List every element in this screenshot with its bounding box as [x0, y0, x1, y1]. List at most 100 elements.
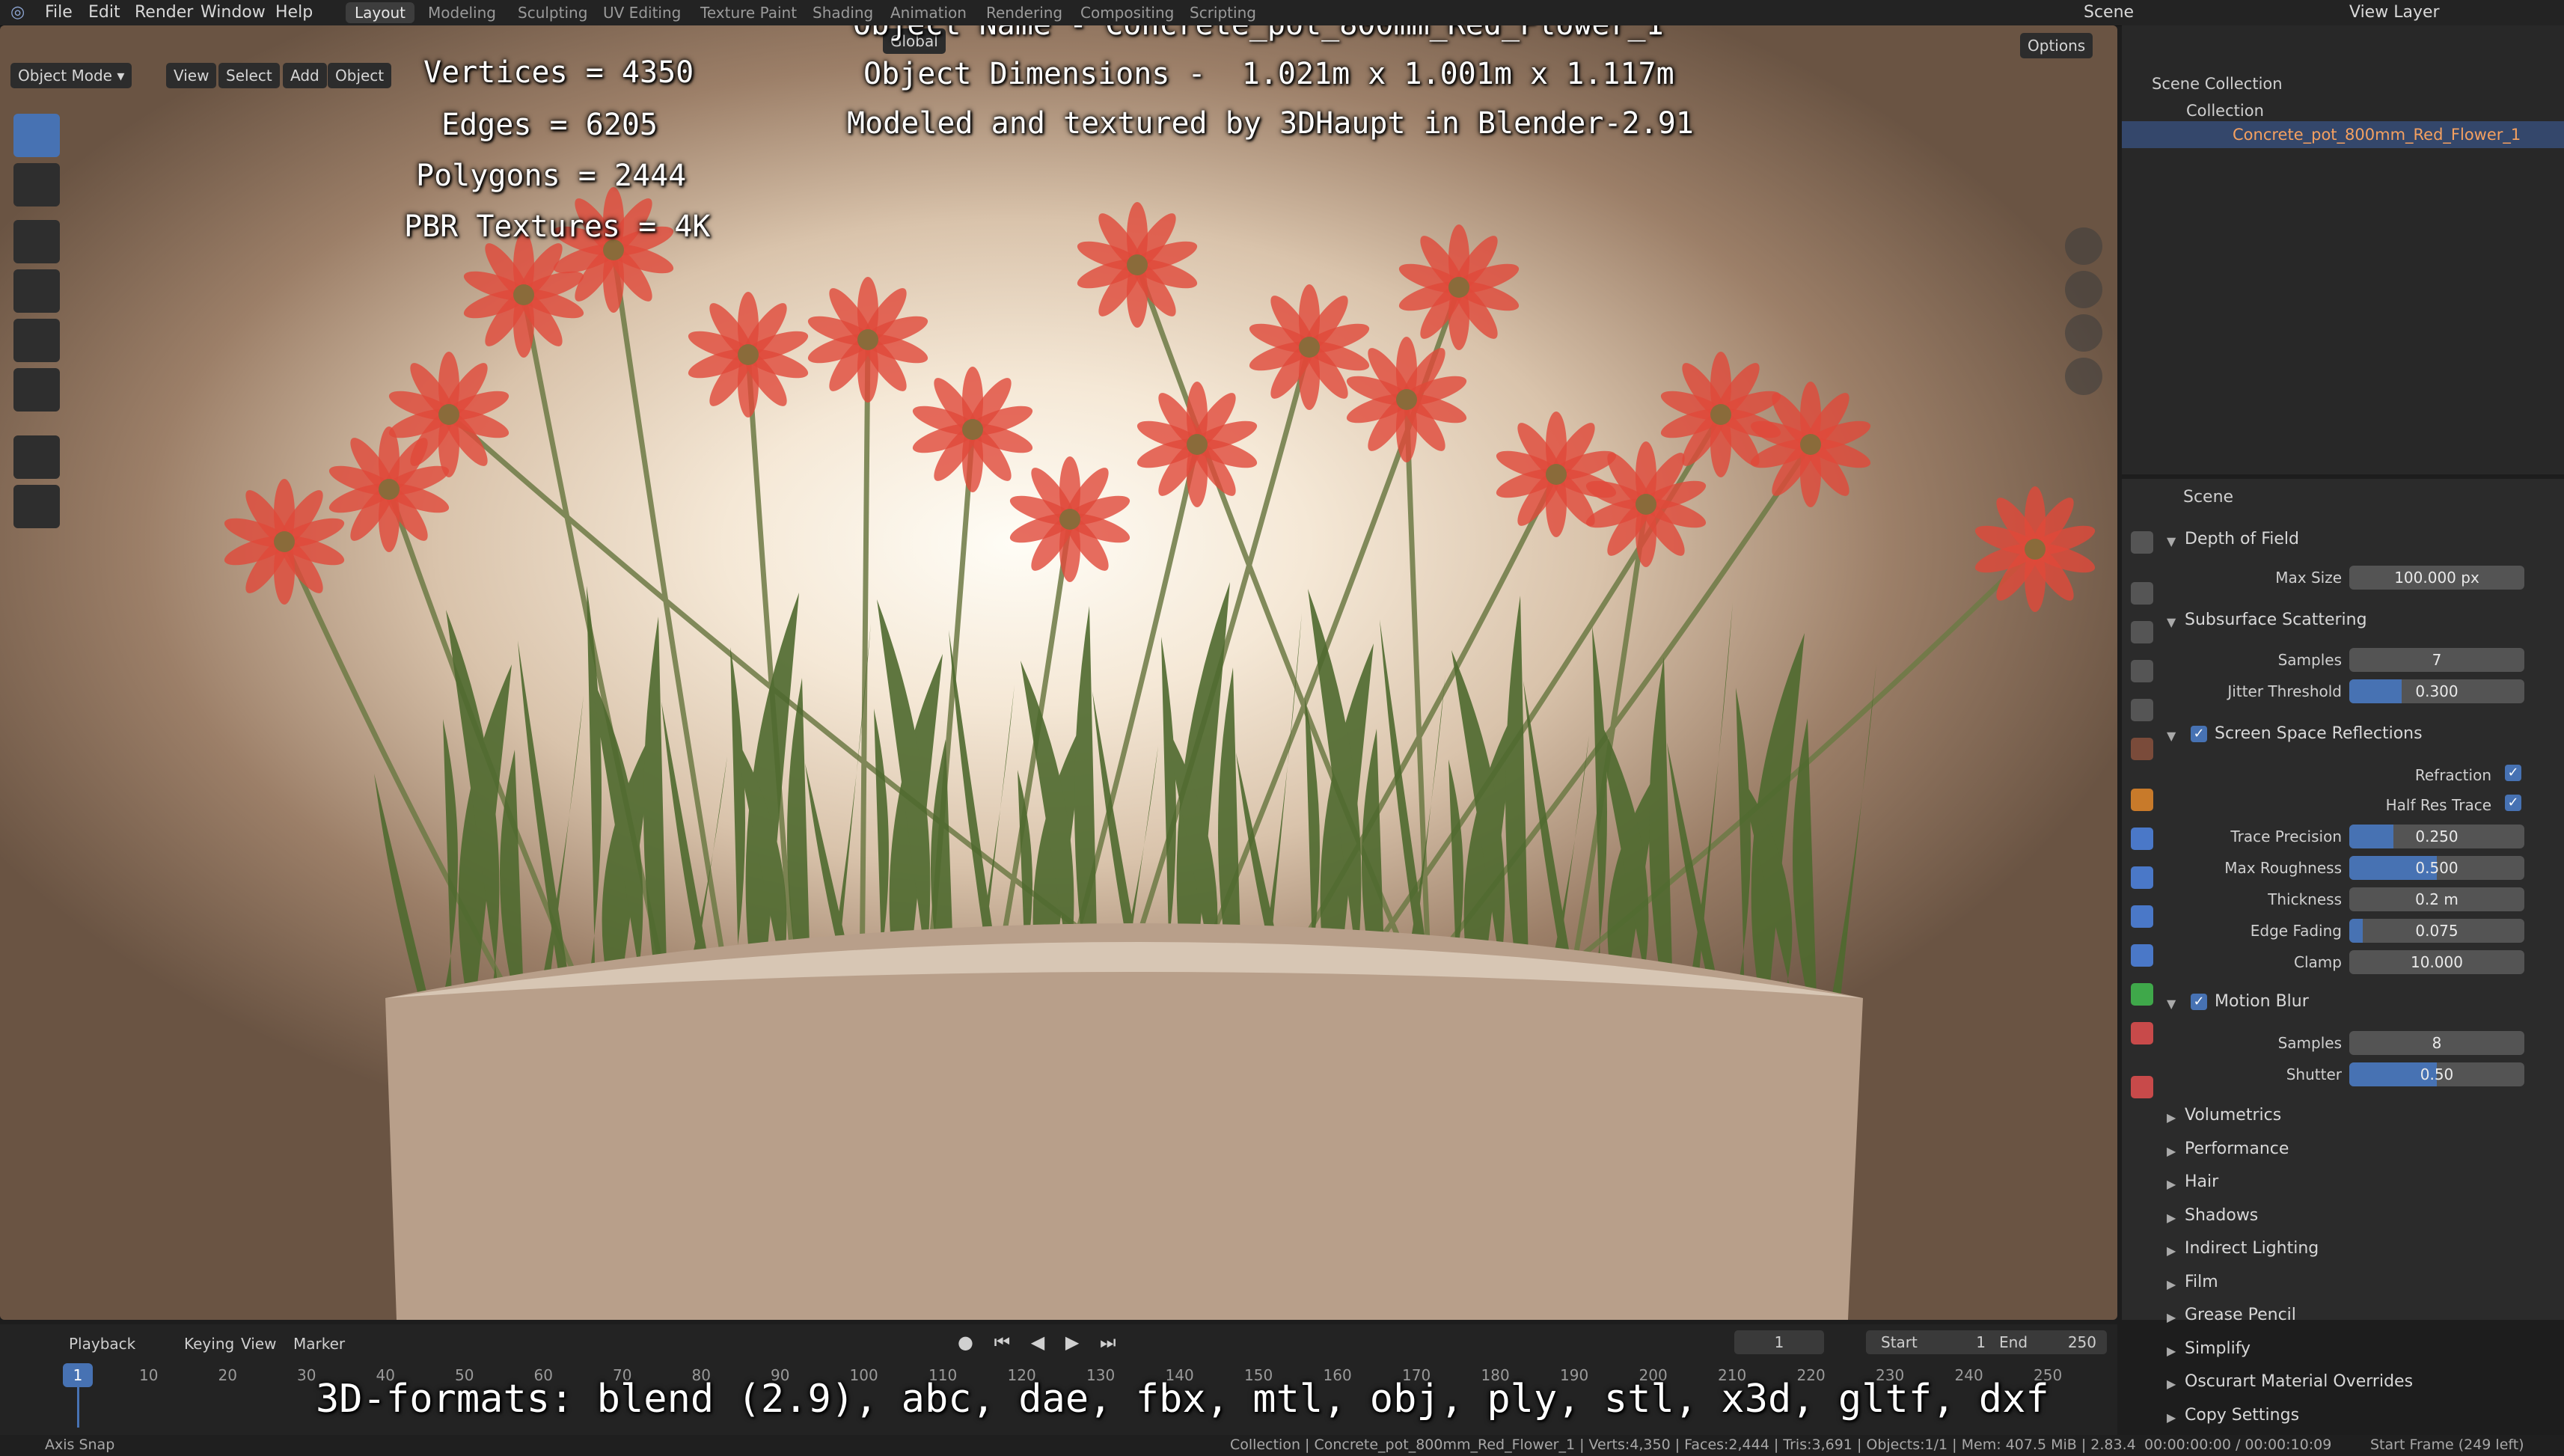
rotate-tool[interactable]	[13, 269, 60, 313]
chevron-down-icon[interactable]: ▼	[2167, 534, 2176, 548]
scene-props-icon[interactable]	[2131, 699, 2153, 721]
chevron-down-icon[interactable]: ▼	[2167, 997, 2176, 1011]
panel-collapsed[interactable]: Hair	[2185, 1172, 2218, 1191]
scale-tool[interactable]	[13, 319, 60, 362]
menu-file[interactable]: File	[45, 3, 73, 22]
pan-hand-icon[interactable]	[2065, 271, 2102, 308]
workspace-tab[interactable]: UV Editing	[594, 2, 690, 23]
options-button[interactable]: Options	[2020, 33, 2093, 58]
menu-edit[interactable]: Edit	[88, 3, 120, 22]
panel-collapsed[interactable]: Shadows	[2185, 1206, 2258, 1225]
overlay-credit: Modeled and textured by 3DHaupt in Blend…	[847, 106, 1694, 141]
workspace-tab[interactable]: Layout	[346, 2, 414, 23]
panel-collapsed[interactable]: Copy Settings	[2185, 1406, 2299, 1425]
start-frame-field[interactable]: Start 1	[1866, 1330, 2001, 1354]
chevron-right-icon[interactable]: ▶	[2167, 1211, 2176, 1225]
panel-collapsed[interactable]: Oscurart Material Overrides	[2185, 1372, 2413, 1391]
workspace-tab[interactable]: Sculpting	[509, 2, 596, 23]
viewport-menu-add[interactable]: Add	[283, 63, 327, 88]
panel-collapsed[interactable]: Grease Pencil	[2185, 1306, 2296, 1324]
panel-collapsed[interactable]: Simplify	[2185, 1339, 2251, 1358]
field-shutter[interactable]: 0.50	[2349, 1062, 2524, 1086]
blender-logo-icon[interactable]: ◎	[10, 3, 25, 22]
refraction-checkbox[interactable]: ✓	[2505, 765, 2521, 781]
cursor-tool[interactable]	[13, 163, 60, 207]
flower-head	[807, 277, 928, 403]
viewport-menu-object[interactable]: Object	[328, 63, 392, 88]
transform-tool[interactable]	[13, 368, 60, 412]
chevron-right-icon[interactable]: ▶	[2167, 1344, 2176, 1358]
workspace-tab[interactable]: Rendering	[977, 2, 1071, 23]
output-props-icon[interactable]	[2131, 621, 2153, 643]
overlay-pbr: PBR Textures = 4K	[404, 209, 711, 244]
timeline-marker[interactable]: Marker	[293, 1335, 345, 1353]
current-frame-field[interactable]: 1	[1734, 1330, 1824, 1354]
camera-icon[interactable]	[2065, 314, 2102, 352]
workspace-tab[interactable]: Scripting	[1181, 2, 1265, 23]
ssr-checkbox[interactable]: ✓	[2191, 726, 2207, 742]
workspace-tab[interactable]: Animation	[881, 2, 976, 23]
data-props-icon[interactable]	[2131, 983, 2153, 1006]
mode-selector[interactable]: Object Mode ▾	[10, 63, 132, 88]
object-props-icon[interactable]	[2131, 789, 2153, 811]
field-max-size[interactable]: 100.000 px	[2349, 566, 2524, 590]
chevron-down-icon[interactable]: ▼	[2167, 615, 2176, 629]
panel-collapsed[interactable]: Film	[2185, 1273, 2218, 1291]
collection-item[interactable]: Collection	[2186, 102, 2264, 120]
field-jitter[interactable]: 0.300	[2349, 679, 2524, 703]
field-clamp[interactable]: 10.000	[2349, 950, 2524, 974]
motion-blur-checkbox[interactable]: ✓	[2191, 994, 2207, 1010]
panel-collapsed[interactable]: Volumetrics	[2185, 1106, 2281, 1125]
tool-props-icon[interactable]	[2131, 531, 2153, 554]
panel-collapsed[interactable]: Performance	[2185, 1140, 2289, 1158]
panel-collapsed[interactable]: Indirect Lighting	[2185, 1239, 2319, 1258]
menu-help[interactable]: Help	[275, 3, 313, 22]
panel-depth-of-field[interactable]: Depth of Field	[2185, 530, 2299, 548]
menu-window[interactable]: Window	[201, 3, 266, 22]
panel-subsurface[interactable]: Subsurface Scattering	[2185, 611, 2367, 629]
3d-viewport[interactable]: Object Mode ▾ View Select Add Object Glo…	[0, 25, 2117, 1320]
chevron-right-icon[interactable]: ▶	[2167, 1410, 2176, 1425]
chevron-right-icon[interactable]: ▶	[2167, 1144, 2176, 1158]
field-sss-samples[interactable]: 7	[2349, 648, 2524, 672]
timeline-keying[interactable]: Keying	[184, 1335, 234, 1353]
workspace-tab[interactable]: Texture Paint	[691, 2, 806, 23]
chevron-right-icon[interactable]: ▶	[2167, 1377, 2176, 1391]
playback-controls[interactable]: ● ⏮ ◀ ▶ ⏭	[958, 1332, 1124, 1353]
chevron-down-icon[interactable]: ▼	[2167, 729, 2176, 743]
measure-tool[interactable]	[13, 485, 60, 528]
chevron-right-icon[interactable]: ▶	[2167, 1277, 2176, 1291]
grid-icon[interactable]	[2065, 358, 2102, 395]
chevron-right-icon[interactable]: ▶	[2167, 1110, 2176, 1125]
half-res-checkbox[interactable]: ✓	[2505, 795, 2521, 811]
workspace-tab[interactable]: Shading	[804, 2, 882, 23]
outliner-object[interactable]: Concrete_pot_800mm_Red_Flower_1	[2233, 126, 2521, 144]
panel-motion-blur[interactable]: Motion Blur	[2215, 992, 2309, 1011]
scene-collection[interactable]: Scene Collection	[2152, 75, 2283, 93]
playhead[interactable]: 1	[63, 1363, 93, 1387]
viewport-menu-view[interactable]: View	[166, 63, 217, 88]
timeline-view[interactable]: View	[241, 1335, 276, 1353]
viewport-menu-select[interactable]: Select	[218, 63, 280, 88]
annotate-tool[interactable]	[13, 435, 60, 479]
end-frame-field[interactable]: End 250	[1987, 1330, 2107, 1354]
chevron-right-icon[interactable]: ▶	[2167, 1244, 2176, 1258]
chevron-right-icon[interactable]: ▶	[2167, 1310, 2176, 1324]
zoom-icon[interactable]	[2065, 227, 2102, 265]
select-box-tool[interactable]	[13, 114, 60, 157]
view-layer-selector[interactable]: View Layer	[2349, 3, 2440, 22]
world-props-icon[interactable]	[2131, 738, 2153, 760]
scene-selector[interactable]: Scene	[2084, 3, 2134, 22]
field-edge-fading[interactable]: 0.075	[2349, 919, 2524, 943]
menu-render[interactable]: Render	[135, 3, 193, 22]
field-mb-samples[interactable]: 8	[2349, 1031, 2524, 1055]
field-roughness[interactable]: 0.500	[2349, 856, 2524, 880]
field-thickness[interactable]: 0.2 m	[2349, 887, 2524, 911]
field-trace[interactable]: 0.250	[2349, 825, 2524, 848]
panel-ssr[interactable]: Screen Space Reflections	[2215, 724, 2423, 743]
move-tool[interactable]	[13, 220, 60, 263]
timeline-playback[interactable]: Playback	[69, 1335, 135, 1353]
workspace-tab[interactable]: Compositing	[1071, 2, 1183, 23]
workspace-tab[interactable]: Modeling	[419, 2, 505, 23]
chevron-right-icon[interactable]: ▶	[2167, 1177, 2176, 1191]
